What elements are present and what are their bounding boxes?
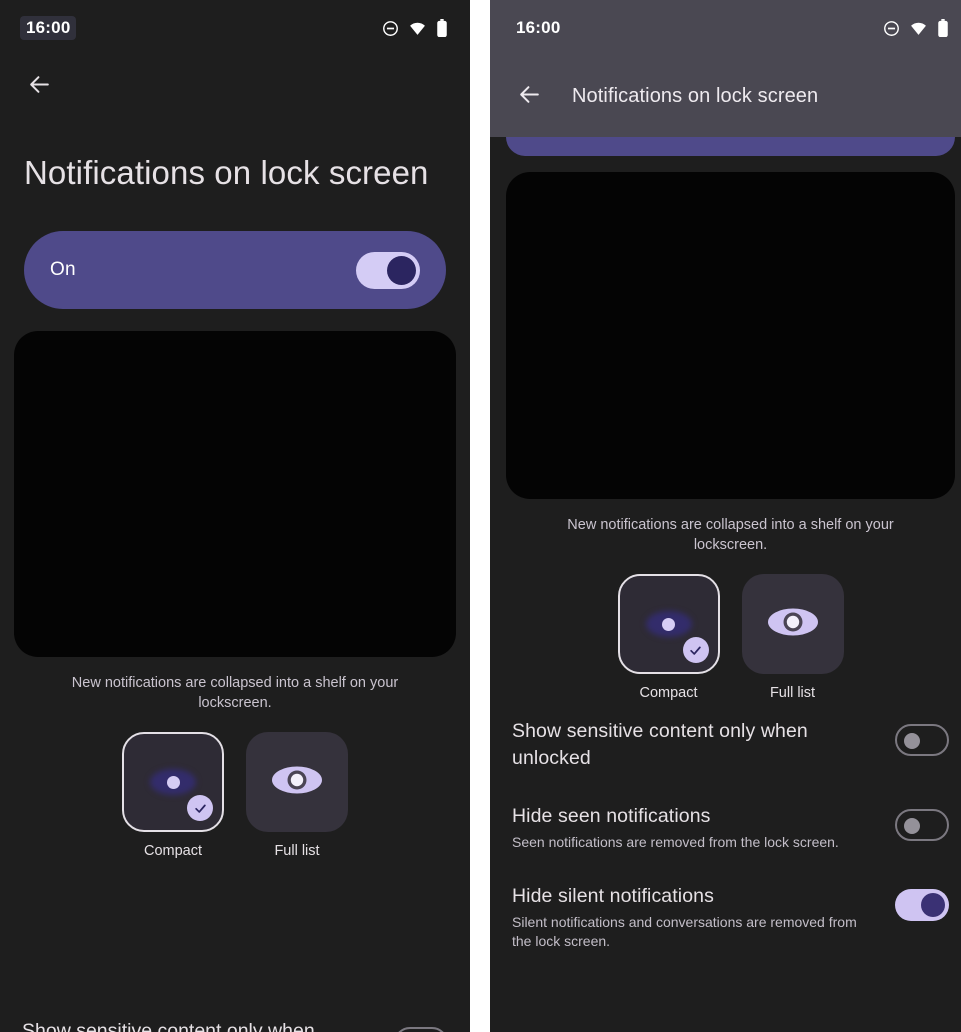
compact-eye-icon — [142, 765, 204, 799]
setting-row-title: Hide silent notifications — [512, 885, 714, 907]
setting-row-toggle[interactable] — [895, 724, 949, 756]
right-scroll-content: New notifications are collapsed into a s… — [490, 156, 961, 1032]
setting-row-title: Hide seen notifications — [512, 805, 711, 827]
setting-row-subtitle: Silent notifications and conversations a… — [512, 914, 857, 949]
setting-row-hide-silent[interactable]: Hide silent notifications Silent notific… — [508, 866, 953, 965]
option-compact-label: Compact — [639, 685, 698, 701]
check-icon — [194, 804, 206, 813]
cutoff-settings-row[interactable]: Show sensitive content only when unlocke… — [0, 1020, 470, 1032]
back-button[interactable] — [18, 66, 60, 108]
option-full-list[interactable]: Full list — [741, 574, 844, 701]
option-compact-thumb — [122, 732, 224, 832]
battery-icon — [937, 18, 949, 38]
do-not-disturb-icon — [883, 20, 900, 37]
option-compact[interactable]: Compact — [617, 574, 720, 701]
setting-row-hide-seen[interactable]: Hide seen notifications Seen notificatio… — [508, 786, 953, 866]
option-compact[interactable]: Compact — [122, 732, 224, 859]
selected-check-badge — [682, 637, 709, 663]
setting-row-subtitle: Seen notifications are removed from the … — [512, 834, 839, 850]
setting-row-title: Show sensitive content only when unlocke… — [512, 720, 808, 769]
setting-row-text: Hide seen notifications Seen notificatio… — [512, 803, 895, 852]
switch-knob — [904, 733, 920, 749]
left-back-row — [0, 56, 470, 118]
arrow-left-icon — [27, 72, 52, 102]
screenshot-root: 16:00 Notifications on lock screen On Ne… — [0, 0, 961, 1032]
arrow-left-icon — [517, 82, 542, 112]
do-not-disturb-icon — [382, 20, 399, 37]
cutoff-row-toggle[interactable] — [394, 1027, 448, 1032]
switch-knob — [387, 255, 416, 285]
master-switch-card[interactable]: On — [24, 231, 446, 309]
master-switch-label: On — [50, 259, 76, 280]
selected-check-badge — [187, 795, 213, 821]
status-icon-group — [382, 18, 448, 38]
layout-options-left: Compact Full list — [0, 732, 470, 859]
wifi-icon — [408, 20, 427, 37]
right-phone-panel: 16:00 Notifications on lock screen New n… — [490, 0, 961, 1032]
option-compact-label: Compact — [143, 843, 203, 859]
lockscreen-preview — [506, 172, 955, 499]
switch-knob — [904, 818, 920, 834]
setting-row-text: Hide silent notifications Silent notific… — [512, 883, 895, 951]
option-full-list-label: Full list — [274, 843, 320, 859]
back-button[interactable] — [508, 76, 550, 118]
option-full-list[interactable]: Full list — [246, 732, 348, 859]
setting-row-text: Show sensitive content only when unlocke… — [512, 718, 895, 772]
status-bar-right: 16:00 — [490, 0, 961, 56]
settings-rows: Show sensitive content only when unlocke… — [490, 701, 961, 965]
status-time: 16:00 — [20, 16, 77, 40]
battery-icon — [436, 18, 448, 38]
setting-row-sensitive-content[interactable]: Show sensitive content only when unlocke… — [508, 701, 953, 786]
layout-options-right: Compact Full list — [490, 574, 961, 701]
setting-row-toggle[interactable] — [895, 809, 949, 841]
option-full-list-thumb — [741, 574, 844, 674]
preview-caption-right: New notifications are collapsed into a s… — [567, 517, 894, 553]
master-switch-toggle[interactable] — [356, 251, 420, 289]
left-phone-panel: 16:00 Notifications on lock screen On Ne… — [0, 0, 470, 1032]
panel-divider — [470, 0, 480, 1032]
status-time: 16:00 — [516, 18, 561, 37]
check-icon — [690, 646, 701, 655]
page-title: Notifications on lock screen — [24, 154, 429, 191]
compact-pupil-shape — [166, 775, 180, 789]
eye-icon — [764, 603, 822, 646]
wifi-icon — [909, 20, 928, 37]
option-compact-thumb — [617, 574, 720, 674]
preview-caption-left: New notifications are collapsed into a s… — [71, 675, 399, 711]
master-switch-card-sliver[interactable] — [506, 137, 955, 156]
app-bar-title: Notifications on lock screen — [572, 85, 819, 107]
option-full-list-label: Full list — [769, 685, 816, 701]
app-bar-row: Notifications on lock screen — [490, 56, 961, 137]
setting-row-toggle[interactable] — [895, 889, 949, 921]
switch-knob — [921, 893, 945, 917]
status-bar-left: 16:00 — [0, 0, 470, 56]
collapsed-app-bar: 16:00 Notifications on lock screen — [490, 0, 961, 137]
cutoff-row-title: Show sensitive content only when unlocke… — [22, 1020, 315, 1032]
compact-eye-icon — [638, 607, 700, 641]
status-icon-group — [883, 18, 949, 38]
eye-icon — [268, 761, 326, 804]
option-full-list-thumb — [246, 732, 348, 832]
compact-pupil-shape — [662, 617, 675, 631]
lockscreen-preview — [14, 331, 456, 657]
